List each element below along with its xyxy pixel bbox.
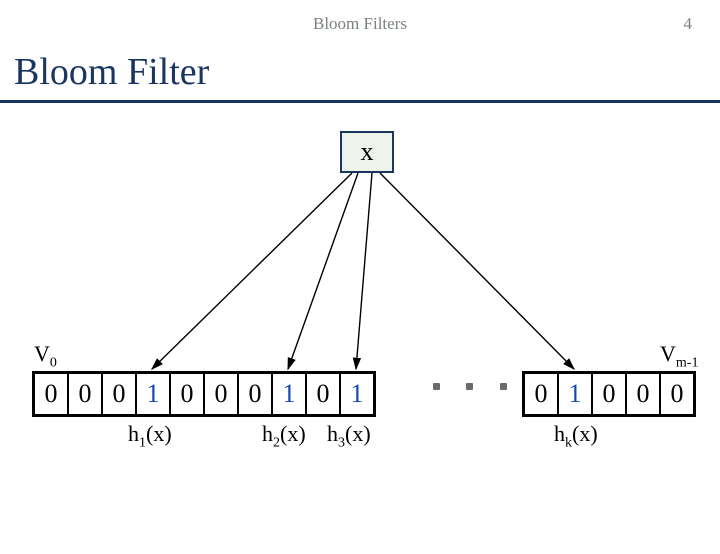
- arrow-line: [380, 173, 574, 369]
- hash-label: h3(x): [327, 421, 371, 451]
- bit-cell: 1: [559, 374, 593, 414]
- arrow-line: [288, 173, 358, 369]
- hash-label: h2(x): [262, 421, 306, 451]
- element-box: x: [340, 131, 394, 173]
- hash-label: h1(x): [128, 421, 172, 451]
- vector-start-label: V0: [34, 341, 57, 371]
- dot-icon: [466, 383, 473, 390]
- slide-header: Bloom Filters 4: [0, 14, 720, 34]
- bit-cell: 0: [593, 374, 627, 414]
- slide-title: Bloom Filter: [14, 50, 720, 94]
- bit-cell: 0: [171, 374, 205, 414]
- bit-vector-left: 0001000101: [32, 371, 376, 417]
- page-number: 4: [684, 14, 693, 34]
- bit-cell: 0: [525, 374, 559, 414]
- dot-icon: [500, 383, 507, 390]
- arrow-line: [152, 173, 352, 369]
- bit-cell: 1: [341, 374, 373, 414]
- bit-cell: 0: [205, 374, 239, 414]
- bit-cell: 0: [627, 374, 661, 414]
- header-title: Bloom Filters: [313, 14, 407, 33]
- bit-cell: 1: [273, 374, 307, 414]
- bit-cell: 0: [35, 374, 69, 414]
- bit-cell: 0: [661, 374, 693, 414]
- arrow-line: [356, 173, 372, 369]
- vector-end-label: Vm-1: [660, 341, 698, 371]
- bit-cell: 1: [137, 374, 171, 414]
- diagram-stage: x V0 Vm-1 0001000101 01000 h1(x)h2(x)h3(…: [0, 103, 720, 523]
- hash-label: hk(x): [554, 421, 598, 451]
- bit-vector-right: 01000: [522, 371, 696, 417]
- bit-cell: 0: [103, 374, 137, 414]
- bit-cell: 0: [307, 374, 341, 414]
- bit-cell: 0: [69, 374, 103, 414]
- bit-cell: 0: [239, 374, 273, 414]
- ellipsis-dots: [420, 383, 520, 390]
- dot-icon: [433, 383, 440, 390]
